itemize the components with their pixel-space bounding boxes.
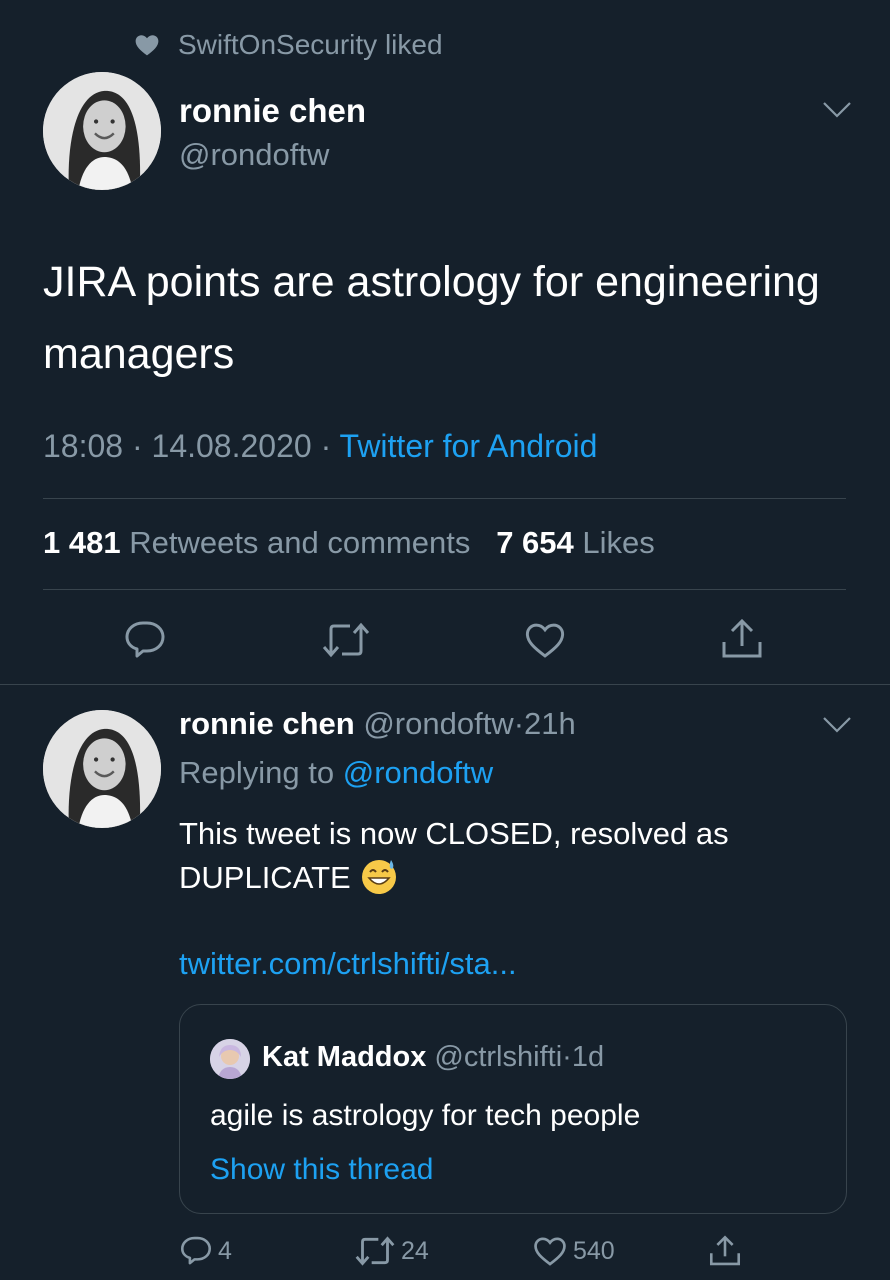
retweets-count: 1 481: [43, 525, 121, 560]
retweet-icon: [355, 1236, 395, 1266]
retweet-icon[interactable]: [322, 622, 370, 658]
tweet-date: 14.08.2020: [151, 428, 312, 464]
share-button[interactable]: [708, 1234, 742, 1268]
replying-prefix: Replying to: [179, 755, 335, 790]
tweet-text: JIRA points are astrology for engineerin…: [43, 258, 820, 378]
meta-separator: ·: [513, 706, 525, 741]
like-icon: [534, 1237, 566, 1266]
retweet-button[interactable]: 24: [355, 1234, 429, 1268]
user-handle[interactable]: @rondoftw: [363, 706, 513, 741]
tweet-time: 18:08: [43, 428, 124, 464]
divider: [43, 589, 846, 590]
tweet-source-link[interactable]: Twitter for Android: [340, 428, 598, 464]
like-count: 540: [573, 1236, 615, 1265]
social-context[interactable]: SwiftOnSecurity liked: [134, 28, 443, 62]
grinning-sweat-emoji: [361, 860, 396, 894]
share-icon: [709, 1235, 741, 1266]
tweet-text: This tweet is now CLOSED, resolved as DU…: [179, 812, 859, 900]
retweet-count: 24: [401, 1236, 429, 1265]
share-icon[interactable]: [720, 618, 764, 660]
chevron-down-icon[interactable]: [822, 100, 852, 120]
tweet-link[interactable]: twitter.com/ctrlshifti/sta...: [179, 946, 517, 982]
like-icon[interactable]: [524, 621, 566, 659]
quote-header: Kat Maddox @ctrlshifti·1d: [262, 1041, 604, 1074]
user-handle[interactable]: @ctrlshifti: [434, 1041, 562, 1073]
social-context-label: SwiftOnSecurity liked: [178, 29, 443, 60]
display-name[interactable]: ronnie chen: [179, 706, 355, 741]
meta-separator: ·: [562, 1041, 572, 1073]
reply-text-content: This tweet is now CLOSED, resolved as DU…: [179, 816, 729, 895]
retweets-label: Retweets and comments: [129, 525, 471, 560]
reply-icon: [180, 1236, 212, 1265]
divider: [43, 498, 846, 499]
avatar[interactable]: [210, 1039, 250, 1079]
replying-to: Replying to @rondoftw: [179, 755, 493, 791]
like-button[interactable]: 540: [533, 1234, 615, 1268]
reply-header: ronnie chen @rondoftw·21h: [179, 706, 576, 742]
chevron-down-icon[interactable]: [822, 715, 852, 735]
avatar-photo: [43, 72, 161, 190]
reply-button[interactable]: 4: [180, 1234, 232, 1268]
quoted-tweet[interactable]: Kat Maddox @ctrlshifti·1d agile is astro…: [179, 1004, 847, 1214]
reply-icon[interactable]: [124, 620, 166, 660]
likes-count: 7 654: [496, 525, 574, 560]
display-name[interactable]: ronnie chen: [179, 92, 366, 130]
avatar-photo: [210, 1039, 250, 1079]
divider: [0, 684, 890, 685]
quote-text: agile is astrology for tech people: [210, 1099, 641, 1132]
meta-separator: ·: [131, 428, 143, 464]
display-name[interactable]: Kat Maddox: [262, 1041, 426, 1073]
tweet-time: 1d: [571, 1041, 605, 1073]
avatar[interactable]: [43, 710, 161, 828]
reply-count: 4: [218, 1236, 232, 1265]
tweet-time[interactable]: 21h: [524, 706, 576, 741]
heart-icon: [135, 35, 159, 56]
retweets-stat[interactable]: 1 481 Retweets and comments: [43, 525, 470, 560]
replying-to-handle[interactable]: @rondoftw: [343, 755, 493, 790]
show-thread-link[interactable]: Show this thread: [210, 1153, 433, 1187]
tweet-meta: 18:08 · 14.08.2020 · Twitter for Android: [43, 428, 597, 465]
likes-label: Likes: [582, 525, 655, 560]
likes-stat[interactable]: 7 654 Likes: [496, 525, 655, 560]
avatar[interactable]: [43, 72, 161, 190]
tweet-stats: 1 481 Retweets and comments 7 654 Likes: [43, 525, 655, 561]
meta-separator: ·: [320, 428, 332, 464]
avatar-photo: [43, 710, 161, 828]
user-handle[interactable]: @rondoftw: [179, 137, 329, 173]
